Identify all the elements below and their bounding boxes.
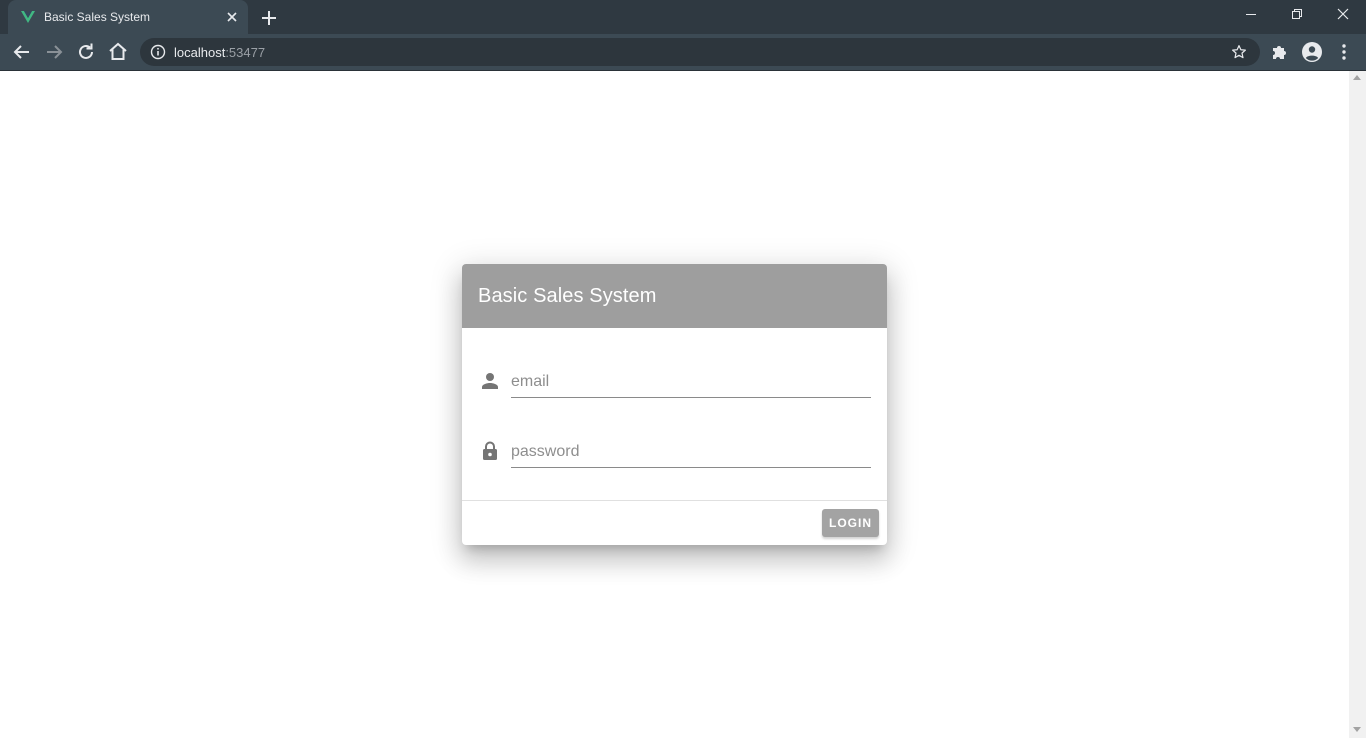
- arrow-forward-icon: [47, 45, 63, 59]
- browser-menu-button[interactable]: [1332, 40, 1356, 64]
- puzzle-icon: [1273, 46, 1286, 59]
- bookmark-star-icon[interactable]: [1230, 43, 1248, 61]
- password-input[interactable]: [511, 432, 871, 468]
- password-field: [478, 432, 871, 472]
- login-title: Basic Sales System: [478, 285, 657, 307]
- more-vert-icon: [1342, 44, 1346, 60]
- new-tab-icon[interactable]: [258, 7, 280, 29]
- reload-button[interactable]: [74, 40, 98, 64]
- reload-icon: [79, 43, 93, 59]
- scroll-down-arrow-icon[interactable]: [1353, 727, 1361, 732]
- tab-title: Basic Sales System: [44, 10, 151, 24]
- browser-tab[interactable]: Basic Sales System: [8, 0, 248, 34]
- login-card-header: Basic Sales System: [462, 264, 887, 328]
- email-field: [478, 362, 871, 402]
- close-icon: [1337, 8, 1349, 20]
- forward-button[interactable]: [42, 40, 66, 64]
- restore-button[interactable]: [1274, 0, 1320, 30]
- back-button[interactable]: [10, 40, 34, 64]
- close-window-button[interactable]: [1320, 0, 1366, 30]
- arrow-back-icon: [13, 45, 29, 59]
- address-port: :53477: [225, 45, 266, 60]
- browser-tabstrip: Basic Sales System: [0, 0, 1366, 34]
- address-host: localhost: [174, 45, 226, 60]
- scroll-up-arrow-icon[interactable]: [1353, 75, 1361, 80]
- page-scrollbar[interactable]: [1349, 71, 1366, 738]
- browser-toolbar: localhost:53477: [0, 34, 1366, 71]
- home-button[interactable]: [106, 40, 130, 64]
- account-circle-icon: [1302, 42, 1322, 62]
- card-divider: [462, 500, 887, 501]
- email-input[interactable]: [511, 362, 871, 398]
- close-tab-icon[interactable]: [224, 9, 240, 25]
- minimize-button[interactable]: [1228, 0, 1274, 30]
- person-icon: [482, 373, 498, 389]
- restore-icon: [1292, 9, 1302, 19]
- page-viewport: Basic Sales System LOGIN: [0, 71, 1349, 738]
- minimize-icon: [1246, 14, 1256, 15]
- address-bar[interactable]: localhost:53477: [140, 38, 1260, 66]
- profile-button[interactable]: [1300, 40, 1324, 64]
- lock-icon: [483, 441, 497, 460]
- info-icon[interactable]: [150, 44, 166, 60]
- address-url: localhost:53477: [174, 45, 265, 60]
- extensions-button[interactable]: [1268, 40, 1292, 64]
- home-icon: [109, 42, 127, 60]
- login-card: Basic Sales System LOGIN: [462, 264, 887, 545]
- vue-logo-icon: [21, 11, 35, 23]
- login-button[interactable]: LOGIN: [822, 509, 879, 537]
